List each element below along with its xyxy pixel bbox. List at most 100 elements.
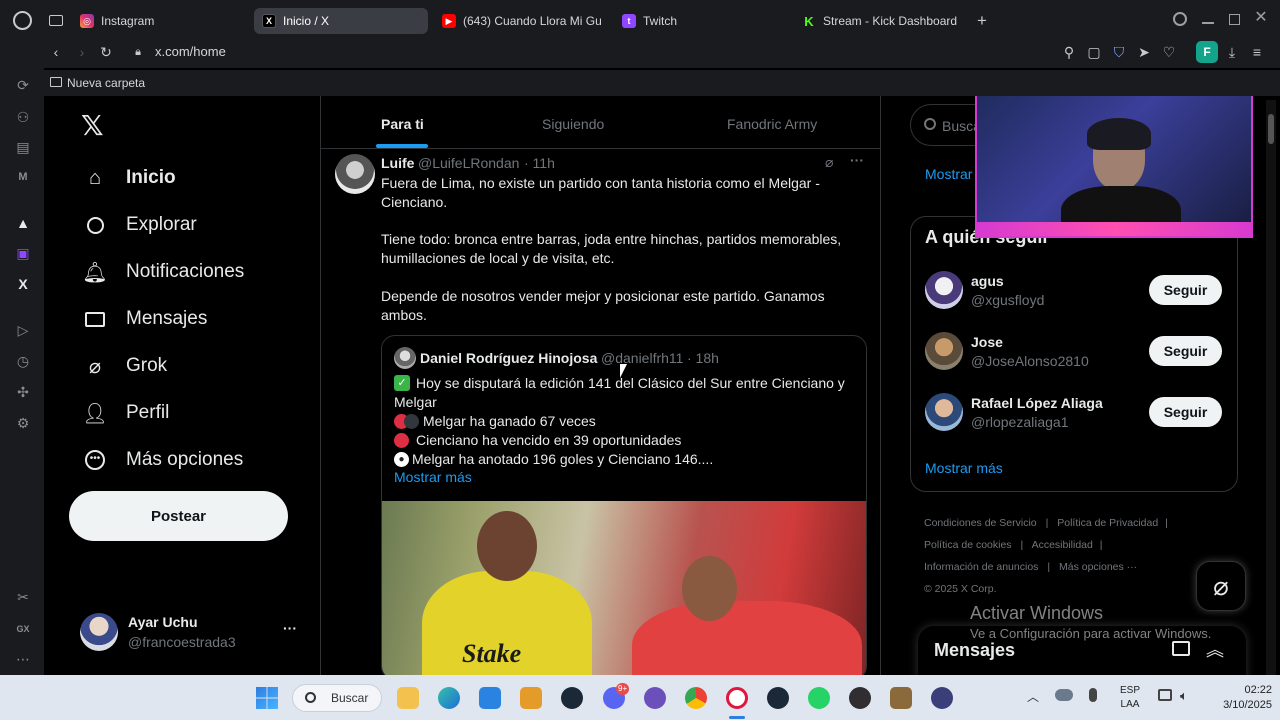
- heart-icon[interactable]: ♡: [1160, 43, 1178, 61]
- x-logo-icon[interactable]: 𝕏: [81, 112, 107, 140]
- quoted-tweet[interactable]: Daniel Rodríguez Hinojosa @danielfrh11 ·…: [381, 335, 867, 675]
- tweet-author[interactable]: Luife: [381, 155, 414, 171]
- chrome-icon[interactable]: [685, 687, 707, 709]
- account-switcher[interactable]: Ayar Uchu @francoestrada3 ···: [80, 610, 302, 654]
- nav-more[interactable]: ••• Más opciones: [82, 442, 243, 478]
- tray-chevron-icon[interactable]: ︿: [1027, 688, 1039, 705]
- ai-icon[interactable]: ⚇: [14, 108, 32, 126]
- tab-following[interactable]: Siguiendo: [542, 116, 604, 132]
- crypto-wallet-icon[interactable]: ▤: [14, 138, 32, 156]
- maximize-icon[interactable]: [1229, 14, 1240, 25]
- steam-2-icon[interactable]: [767, 687, 789, 709]
- nav-home[interactable]: ⌂ Inicio: [82, 160, 176, 196]
- tray-onedrive-icon[interactable]: [1055, 689, 1073, 701]
- file-explorer-icon[interactable]: [397, 687, 419, 709]
- tab-kick[interactable]: K Stream - Kick Dashboard: [794, 8, 964, 34]
- app-orange-icon[interactable]: [520, 687, 542, 709]
- menu-icon[interactable]: ≡: [1248, 43, 1266, 61]
- tray-mic-icon[interactable]: [1089, 688, 1097, 702]
- footer-link-accessibility[interactable]: Accesibilidad: [1032, 539, 1093, 551]
- twitch-sidebar-icon[interactable]: ▣: [14, 244, 32, 262]
- account-more-icon[interactable]: ···: [283, 620, 297, 636]
- settings-icon[interactable]: ⚙: [14, 414, 32, 432]
- send-icon[interactable]: ➤: [1135, 43, 1153, 61]
- new-message-icon[interactable]: [1172, 641, 1190, 656]
- clock[interactable]: 02:22 3/10/2025: [1200, 683, 1272, 713]
- more-sidebar-icon[interactable]: ⋯: [14, 650, 32, 668]
- tweet-more-icon[interactable]: ···: [850, 152, 864, 168]
- tab-manager-icon[interactable]: [49, 15, 63, 26]
- footer-link-privacy[interactable]: Política de Privacidad: [1057, 517, 1158, 529]
- sync-icon[interactable]: ⟳: [14, 76, 32, 94]
- bookmark-folder[interactable]: Nueva carpeta: [67, 76, 145, 90]
- windows-start-icon[interactable]: [256, 687, 278, 709]
- app-m-icon[interactable]: M: [14, 168, 32, 186]
- app-purple-icon[interactable]: [644, 687, 666, 709]
- tab-for-you[interactable]: Para ti: [381, 116, 424, 132]
- app-a-icon[interactable]: ▲: [14, 214, 32, 232]
- grok-tweet-icon[interactable]: ⌀: [825, 154, 833, 171]
- obs-icon[interactable]: [849, 687, 871, 709]
- download-icon[interactable]: ⤓: [1223, 43, 1241, 61]
- extensions-icon[interactable]: ✣: [14, 383, 32, 401]
- x-sidebar-icon[interactable]: X: [14, 275, 32, 293]
- footer-link-cookies[interactable]: Política de cookies: [924, 539, 1012, 551]
- tweet-handle[interactable]: @LuifeLRondan: [418, 155, 519, 171]
- app-gear-icon[interactable]: [931, 687, 953, 709]
- tweet[interactable]: Luife @LuifeLRondan · 11h ⌀ ··· Fuera de…: [321, 150, 881, 675]
- language-indicator[interactable]: ESP LAA: [1118, 684, 1142, 712]
- nav-profile[interactable]: 👤︎ Perfil: [82, 395, 169, 431]
- profile-avatar[interactable]: F: [1196, 41, 1218, 63]
- url-field[interactable]: x.com/home: [155, 44, 226, 59]
- forward-icon[interactable]: ›: [73, 43, 91, 61]
- close-window-icon[interactable]: ✕: [1253, 10, 1269, 26]
- follow-suggestion[interactable]: Rafael López Aliaga @rlopezaliaga1 Segui…: [911, 391, 1237, 441]
- tweet-time[interactable]: · 11h: [524, 155, 555, 171]
- tab-fanodric-army[interactable]: Fanodric Army: [727, 116, 817, 132]
- footer-link-ads[interactable]: Información de anuncios: [924, 561, 1038, 573]
- taskbar-search[interactable]: Buscar: [292, 684, 382, 712]
- trends-show-more[interactable]: Mostrar: [925, 166, 972, 182]
- back-icon[interactable]: ‹: [47, 43, 65, 61]
- opera-logo-icon[interactable]: [13, 11, 32, 30]
- follow-suggestion[interactable]: Jose @JoseAlonso2810 Seguir: [911, 330, 1237, 380]
- grok-floating-button[interactable]: ⌀: [1196, 561, 1246, 611]
- who-to-follow-show-more[interactable]: Mostrar más: [925, 460, 1003, 476]
- gx-icon[interactable]: GX: [14, 620, 32, 638]
- page-scrollbar[interactable]: [1266, 100, 1276, 675]
- tab-twitch[interactable]: t Twitch: [614, 8, 784, 34]
- nav-grok[interactable]: ⌀ Grok: [82, 348, 167, 384]
- follow-button[interactable]: Seguir: [1149, 336, 1222, 366]
- app-cube-icon[interactable]: [890, 687, 912, 709]
- footer-link-terms[interactable]: Condiciones de Servicio: [924, 517, 1037, 529]
- tray-network-icon[interactable]: [1158, 689, 1172, 701]
- post-button[interactable]: Postear: [69, 491, 288, 541]
- new-tab-icon[interactable]: +: [974, 11, 990, 31]
- quote-show-more-link[interactable]: Mostrar más: [394, 469, 472, 485]
- minimize-icon[interactable]: [1202, 22, 1214, 24]
- whatsapp-icon[interactable]: [808, 687, 830, 709]
- nav-explore[interactable]: Explorar: [82, 207, 197, 243]
- footer-link-more[interactable]: Más opciones ···: [1059, 561, 1137, 573]
- tab-instagram[interactable]: ◎ Instagram: [72, 8, 248, 34]
- steam-icon[interactable]: [561, 687, 583, 709]
- tweet-avatar[interactable]: [335, 154, 375, 194]
- follow-button[interactable]: Seguir: [1149, 397, 1222, 427]
- opera-gx-icon[interactable]: [726, 687, 748, 709]
- quote-media-image[interactable]: Stake: [382, 501, 866, 675]
- tab-youtube[interactable]: ▶ (643) Cuando Llora Mi Gu: [434, 8, 602, 34]
- scrollbar-thumb[interactable]: [1268, 114, 1274, 144]
- reload-icon[interactable]: ↻: [97, 43, 115, 61]
- store-icon[interactable]: [479, 687, 501, 709]
- search-tabs-icon[interactable]: [1173, 12, 1187, 26]
- follow-button[interactable]: Seguir: [1149, 275, 1222, 305]
- pin-icon[interactable]: ⚲: [1060, 43, 1078, 61]
- tray-volume-icon[interactable]: 🔈︎: [1180, 688, 1188, 704]
- gx-corner-icon[interactable]: ✂: [14, 588, 32, 606]
- follow-suggestion[interactable]: agus @xgusfloyd Seguir: [911, 269, 1237, 319]
- edge-icon[interactable]: [438, 687, 460, 709]
- history-icon[interactable]: ◷: [14, 352, 32, 370]
- nav-notifications[interactable]: 🔔︎ Notificaciones: [82, 254, 244, 290]
- tab-x-home[interactable]: X Inicio / X: [254, 8, 428, 34]
- shield-icon[interactable]: ⛉: [1110, 43, 1128, 61]
